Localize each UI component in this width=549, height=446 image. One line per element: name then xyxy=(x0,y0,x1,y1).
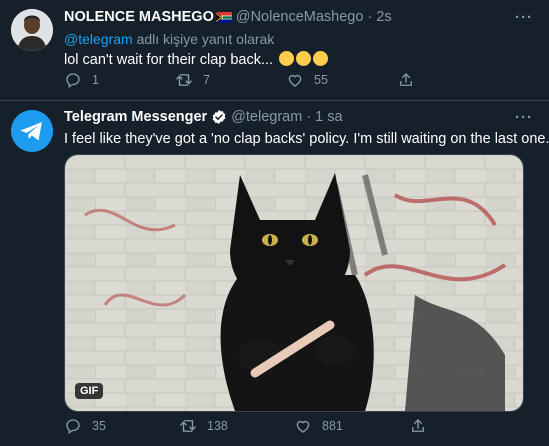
share-icon xyxy=(400,73,412,86)
avatar-photo xyxy=(11,9,53,51)
reply-count: 35 xyxy=(92,419,106,433)
share-button[interactable] xyxy=(397,71,508,89)
retweet-button[interactable]: 138 xyxy=(179,417,294,435)
tweet-text: lol can't wait for their clap back... xyxy=(64,51,329,68)
reply-button[interactable]: 35 xyxy=(64,417,179,435)
share-icon xyxy=(412,419,424,432)
joy-emoji-icon xyxy=(279,51,295,66)
avatar[interactable] xyxy=(11,110,53,152)
retweet-icon xyxy=(180,420,196,432)
like-count: 881 xyxy=(322,419,343,433)
reply-icon xyxy=(66,73,80,89)
reply-icon xyxy=(66,419,80,435)
tweet-text-content: lol can't wait for their clap back... xyxy=(64,52,274,68)
tweet-actions: 35 138 881 xyxy=(64,417,524,435)
retweet-icon xyxy=(176,74,192,86)
reply-count: 1 xyxy=(92,73,99,87)
reply-context: @telegram adlı kişiye yanıt olarak xyxy=(64,31,274,47)
author-name[interactable]: Telegram Messenger xyxy=(64,109,207,125)
more-icon[interactable]: ··· xyxy=(515,9,533,26)
author-handle[interactable]: @telegram xyxy=(231,109,302,125)
tweet-actions: 1 7 55 xyxy=(64,71,524,89)
verified-badge-icon xyxy=(212,110,226,124)
timestamp[interactable]: 1 sa xyxy=(315,109,342,125)
tweet-header: NOLENCE MASHEGO @NolenceMashego · 2s xyxy=(64,9,392,25)
more-icon[interactable]: ··· xyxy=(515,109,533,126)
joy-emoji-icon xyxy=(296,51,312,66)
avatar[interactable] xyxy=(11,9,53,51)
tweet-media-gif[interactable]: GIF xyxy=(64,154,524,412)
share-button[interactable] xyxy=(409,417,524,435)
like-icon xyxy=(288,74,302,87)
timestamp[interactable]: 2s xyxy=(376,9,391,25)
author-handle[interactable]: @NolenceMashego xyxy=(236,9,364,25)
like-button[interactable]: 881 xyxy=(294,417,409,435)
like-icon xyxy=(296,420,310,433)
like-button[interactable]: 55 xyxy=(286,71,397,89)
south-africa-flag-icon xyxy=(215,11,232,23)
reply-mention-link[interactable]: @telegram xyxy=(64,31,133,47)
joy-emoji-icon xyxy=(313,51,329,66)
tweet-nolence[interactable]: NOLENCE MASHEGO @NolenceMashego · 2s ···… xyxy=(0,0,549,101)
retweet-count: 138 xyxy=(207,419,228,433)
like-count: 55 xyxy=(314,73,328,87)
separator: · xyxy=(367,9,373,25)
telegram-logo-icon xyxy=(11,110,53,152)
tweet-text: I feel like they've got a 'no clap backs… xyxy=(64,131,549,147)
separator: · xyxy=(306,109,312,125)
retweet-button[interactable]: 7 xyxy=(175,71,286,89)
author-name[interactable]: NOLENCE MASHEGO xyxy=(64,9,214,25)
cat-gif-image xyxy=(65,155,523,411)
tweet-header: Telegram Messenger @telegram · 1 sa xyxy=(64,109,343,125)
gif-badge: GIF xyxy=(75,383,104,399)
reply-button[interactable]: 1 xyxy=(64,71,175,89)
retweet-count: 7 xyxy=(203,73,210,87)
reply-suffix: adlı kişiye yanıt olarak xyxy=(136,31,275,47)
